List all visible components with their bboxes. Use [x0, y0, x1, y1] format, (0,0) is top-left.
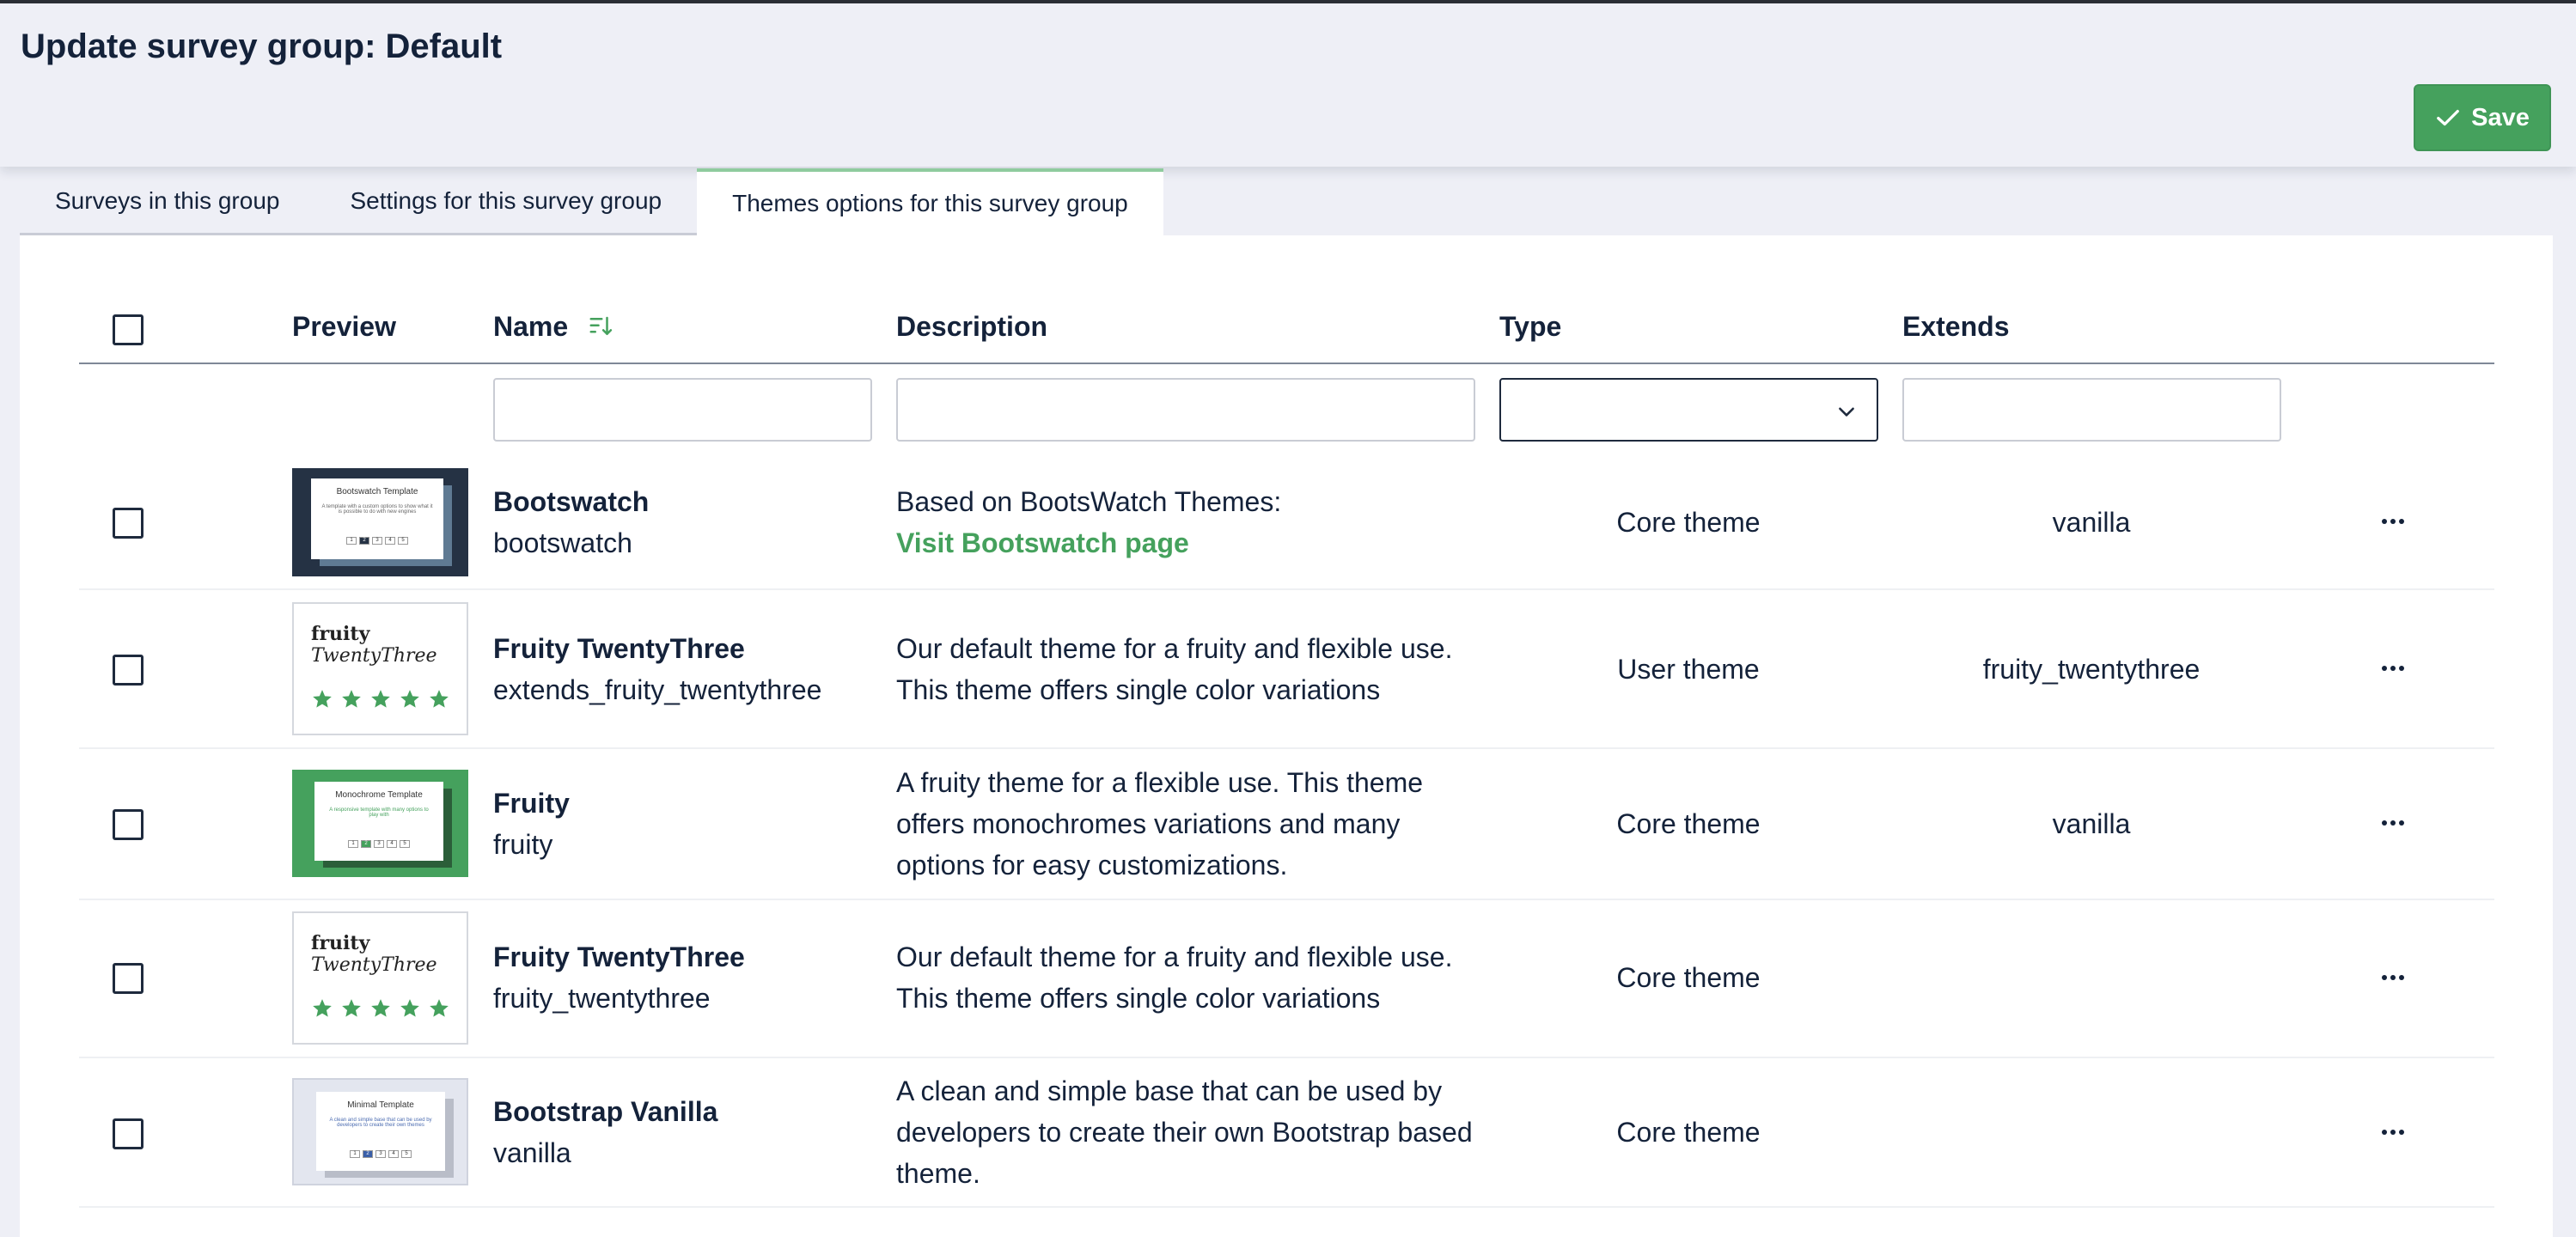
- star-icon: [371, 690, 390, 708]
- theme-preview[interactable]: Bootswatch Template A template with a cu…: [292, 468, 468, 576]
- type-filter-select[interactable]: [1499, 378, 1878, 442]
- theme-name: Fruity: [493, 788, 570, 819]
- page-header: Update survey group: Default Save: [0, 3, 2576, 167]
- theme-type: Core theme: [1616, 808, 1761, 839]
- row-divider: [79, 588, 2494, 590]
- column-preview: Preview: [292, 311, 396, 342]
- more-icon[interactable]: [2380, 517, 2406, 526]
- column-type: Type: [1499, 311, 1562, 342]
- theme-preview[interactable]: Monochrome Template A responsive templat…: [292, 770, 468, 877]
- star-icon: [430, 690, 449, 708]
- star-icon: [342, 690, 361, 708]
- column-extends: Extends: [1902, 311, 2010, 342]
- theme-preview[interactable]: fruity TwentyThree: [292, 602, 468, 735]
- theme-description: Based on BootsWatch Themes: Visit Bootsw…: [896, 481, 1480, 564]
- header-divider: [79, 363, 2494, 364]
- save-button[interactable]: Save: [2414, 84, 2551, 151]
- sort-icon[interactable]: [588, 314, 613, 339]
- row-checkbox[interactable]: [113, 508, 143, 539]
- theme-description: A fruity theme for a flexible use. This …: [896, 767, 1424, 881]
- preview-title: Bootswatch Template: [336, 487, 418, 497]
- row-divider: [79, 1206, 2494, 1208]
- preview-text: A clean and simple base that can be used…: [329, 1118, 432, 1128]
- column-name-label: Name: [493, 311, 569, 342]
- theme-type: Core theme: [1616, 962, 1761, 993]
- row-checkbox[interactable]: [113, 963, 143, 994]
- theme-type: User theme: [1617, 654, 1760, 685]
- star-icon: [313, 999, 332, 1017]
- preview-title: Minimal Template: [347, 1100, 414, 1110]
- bootswatch-link[interactable]: Visit Bootswatch page: [896, 522, 1480, 564]
- more-icon[interactable]: [2380, 819, 2406, 827]
- tab-themes[interactable]: Themes options for this survey group: [697, 168, 1163, 235]
- row-divider: [79, 899, 2494, 900]
- preview-line1: fruity: [311, 932, 370, 954]
- more-icon[interactable]: [2380, 973, 2406, 982]
- row-checkbox[interactable]: [113, 1118, 143, 1149]
- theme-name: Fruity TwentyThree: [493, 941, 745, 972]
- tab-bar: Surveys in this group Settings for this …: [20, 168, 1163, 235]
- page-title: Update survey group: Default: [21, 27, 503, 65]
- preview-text: A responsive template with many options …: [329, 807, 429, 818]
- theme-description: A clean and simple base that can be used…: [896, 1076, 1473, 1189]
- theme-extends: fruity_twentythree: [1982, 654, 2201, 685]
- preview-line1: fruity: [311, 623, 370, 645]
- theme-key: extends_fruity_twentythree: [493, 674, 822, 705]
- extends-filter-input[interactable]: [1902, 378, 2281, 442]
- theme-key: vanilla: [493, 1137, 571, 1168]
- preview-title: Monochrome Template: [335, 790, 423, 800]
- description-filter-input[interactable]: [896, 378, 1475, 442]
- star-icon: [400, 999, 419, 1017]
- select-all-checkbox[interactable]: [113, 314, 143, 345]
- more-icon[interactable]: [2380, 1128, 2406, 1136]
- row-checkbox[interactable]: [113, 809, 143, 840]
- theme-key: bootswatch: [493, 527, 632, 558]
- star-icon: [313, 690, 332, 708]
- preview-text: A template with a custom options to show…: [321, 504, 433, 515]
- tab-settings[interactable]: Settings for this survey group: [314, 168, 698, 235]
- theme-key: fruity: [493, 829, 553, 860]
- tab-surveys[interactable]: Surveys in this group: [20, 168, 315, 235]
- row-divider: [79, 1057, 2494, 1058]
- chevron-down-icon: [1839, 407, 1854, 417]
- theme-key: fruity_twentythree: [493, 983, 711, 1014]
- description-text: Based on BootsWatch Themes:: [896, 486, 1282, 517]
- theme-description: Our default theme for a fruity and flexi…: [896, 633, 1453, 705]
- row-checkbox[interactable]: [113, 655, 143, 686]
- theme-name: Bootswatch: [493, 486, 650, 517]
- theme-preview[interactable]: fruity TwentyThree: [292, 911, 468, 1045]
- name-filter-input[interactable]: [493, 378, 872, 442]
- theme-extends: vanilla: [2052, 808, 2131, 839]
- preview-line2: TwentyThree: [311, 645, 437, 667]
- theme-name: Fruity TwentyThree: [493, 633, 745, 664]
- check-icon: [2437, 109, 2459, 126]
- star-icon: [430, 999, 449, 1017]
- more-icon[interactable]: [2380, 664, 2406, 673]
- theme-preview[interactable]: Minimal Template A clean and simple base…: [292, 1078, 468, 1185]
- theme-type: Core theme: [1616, 507, 1761, 538]
- preview-line2: TwentyThree: [311, 954, 437, 976]
- star-icon: [342, 999, 361, 1017]
- save-label: Save: [2471, 103, 2530, 131]
- theme-type: Core theme: [1616, 1117, 1761, 1148]
- column-name[interactable]: Name: [493, 309, 613, 344]
- star-icon: [400, 690, 419, 708]
- column-description: Description: [896, 311, 1048, 342]
- star-icon: [371, 999, 390, 1017]
- theme-extends: vanilla: [2052, 507, 2131, 538]
- theme-name: Bootstrap Vanilla: [493, 1096, 718, 1127]
- row-divider: [79, 747, 2494, 749]
- theme-description: Our default theme for a fruity and flexi…: [896, 941, 1453, 1014]
